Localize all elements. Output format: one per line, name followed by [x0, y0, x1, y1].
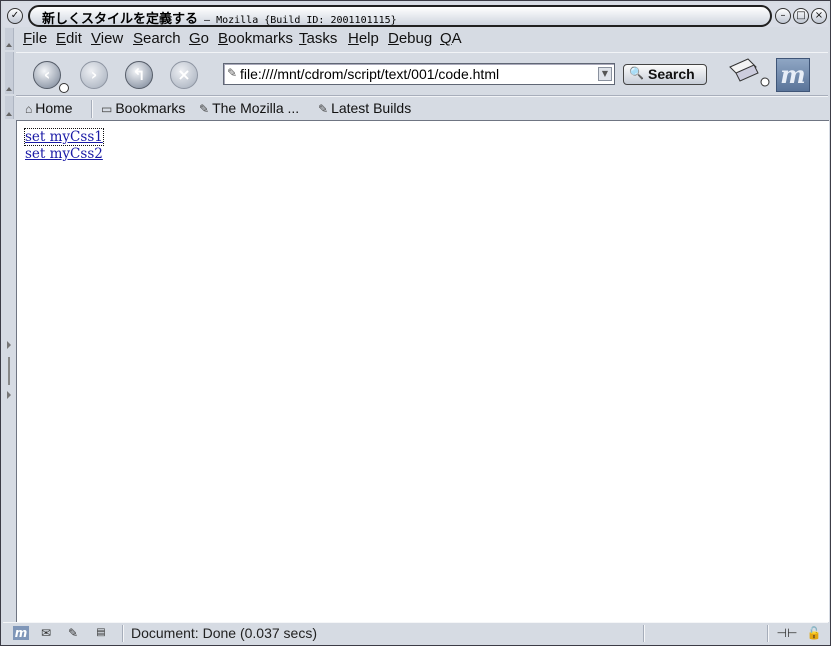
status-bar: m ✉ ✎ ▤ Document: Done (0.037 secs) ⊣⊢ 🔓: [3, 622, 828, 644]
menu-tasks[interactable]: Tasks: [299, 30, 337, 47]
bookmark-latest-builds[interactable]: ✎ Latest Builds: [318, 100, 411, 116]
menu-view[interactable]: View: [91, 30, 123, 47]
minimize-icon[interactable]: –: [775, 8, 791, 24]
window-title-main: 新しくスタイルを定義する: [42, 12, 199, 27]
status-text: Document: Done (0.037 secs): [131, 625, 317, 641]
online-connection-icon[interactable]: ⊣⊢: [775, 626, 799, 640]
reload-icon[interactable]: ↰: [125, 61, 153, 89]
address-book-icon[interactable]: ▤: [93, 626, 109, 640]
navigator-icon[interactable]: m: [13, 626, 29, 640]
home-icon: ⌂: [25, 102, 33, 116]
url-text[interactable]: file:////mnt/cdrom/script/text/001/code.…: [240, 66, 499, 82]
mozilla-logo[interactable]: m: [776, 58, 810, 92]
navigation-toolbar: ‹ › ↰ × ✎ file:////mnt/cdrom/script/text…: [16, 52, 828, 96]
mail-icon[interactable]: ✉: [38, 626, 54, 640]
security-lock-icon: 🔓: [806, 626, 822, 640]
link-set-mycss2[interactable]: set myCss2: [25, 146, 103, 162]
composer-icon[interactable]: ✎: [65, 626, 81, 640]
menubar-grip[interactable]: [5, 28, 14, 50]
back-dropdown-icon[interactable]: [59, 83, 69, 93]
bookmark-mozilla[interactable]: ✎ The Mozilla ...: [199, 100, 299, 116]
link-set-mycss1[interactable]: set myCss1: [24, 128, 104, 146]
menu-debug[interactable]: Debug: [388, 30, 432, 47]
menu-bar: File Edit View Search Go Bookmarks Tasks…: [16, 28, 828, 50]
bookmark-mozilla-label: The Mozilla ...: [212, 100, 300, 116]
search-button-label: Search: [648, 66, 695, 82]
title-bar[interactable]: ✓ 新しくスタイルを定義する – Mozilla {Build ID: 2001…: [3, 3, 828, 27]
menu-help[interactable]: Help: [348, 30, 379, 47]
close-icon[interactable]: ×: [811, 8, 827, 24]
menu-search[interactable]: Search: [133, 30, 181, 47]
status-separator: [767, 625, 769, 642]
folder-icon: ▭: [101, 102, 113, 116]
maximize-icon[interactable]: □: [793, 8, 809, 24]
page-proxy-icon[interactable]: ✎: [227, 66, 237, 80]
print-icon[interactable]: [726, 57, 771, 91]
personal-toolbar-grip[interactable]: [5, 96, 14, 119]
menu-file[interactable]: File: [23, 30, 47, 47]
url-history-dropdown-icon[interactable]: ▼: [598, 67, 612, 81]
menu-qa[interactable]: QA: [440, 30, 462, 47]
url-bar[interactable]: ✎ file:////mnt/cdrom/script/text/001/cod…: [223, 63, 615, 85]
bookmark-icon: ✎: [199, 102, 210, 116]
bookmark-latest-builds-label: Latest Builds: [331, 100, 412, 116]
forward-arrow-icon[interactable]: ›: [80, 61, 108, 89]
window-menu-icon[interactable]: ✓: [7, 8, 23, 24]
window-title-suffix: – Mozilla {Build ID: 2001101115}: [198, 15, 397, 26]
bookmark-icon: ✎: [318, 102, 329, 116]
menu-bookmarks[interactable]: Bookmarks: [218, 30, 293, 47]
window-title: 新しくスタイルを定義する – Mozilla {Build ID: 200110…: [42, 8, 397, 27]
menu-go[interactable]: Go: [189, 30, 209, 47]
status-separator: [643, 625, 645, 642]
personal-toolbar: ⌂ Home ▭ Bookmarks ✎ The Mozilla ... ✎ Lates…: [16, 96, 828, 120]
bookmarks-button[interactable]: ▭ Bookmarks: [101, 100, 185, 116]
back-arrow-icon[interactable]: ‹: [33, 61, 61, 89]
search-button[interactable]: 🔍 Search: [623, 64, 707, 85]
status-separator: [122, 625, 124, 642]
browser-window: ✓ 新しくスタイルを定義する – Mozilla {Build ID: 2001…: [0, 0, 831, 646]
home-label: Home: [35, 100, 73, 116]
bookmarks-label: Bookmarks: [115, 100, 186, 116]
window-title-pill: 新しくスタイルを定義する – Mozilla {Build ID: 200110…: [28, 5, 772, 27]
sidebar-toggle[interactable]: [5, 331, 13, 411]
page-content: set myCss1 set myCss2: [16, 120, 829, 622]
navbar-grip[interactable]: [5, 52, 14, 94]
toolbar-separator: [91, 100, 93, 118]
home-button[interactable]: ⌂ Home: [25, 100, 73, 116]
menu-edit[interactable]: Edit: [56, 30, 82, 47]
stop-icon[interactable]: ×: [170, 61, 198, 89]
search-icon: 🔍: [629, 66, 644, 80]
